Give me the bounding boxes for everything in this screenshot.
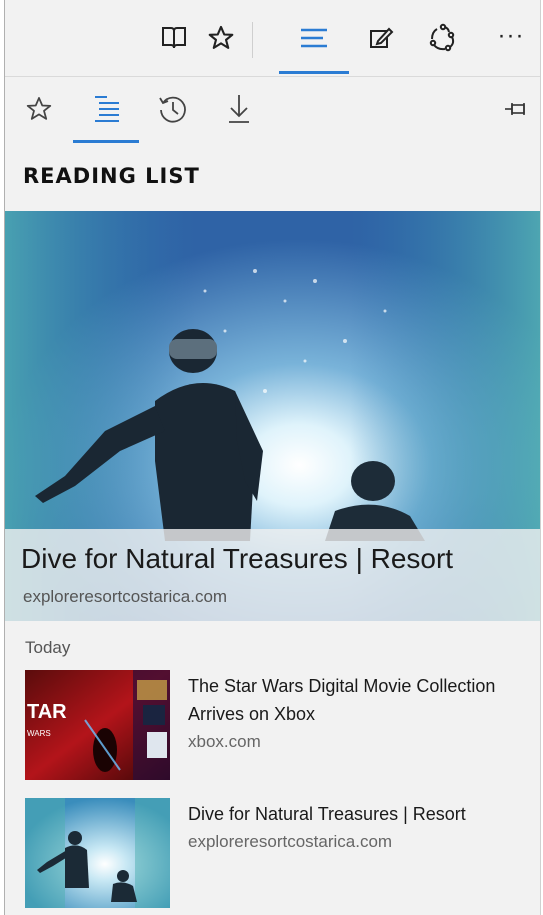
- hub-icon[interactable]: [294, 18, 334, 58]
- featured-reading-item[interactable]: Dive for Natural Treasures | Resort expl…: [5, 211, 540, 621]
- browser-toolbar: ···: [5, 0, 540, 77]
- item-title: The Star Wars Digital Movie Collection A…: [188, 676, 496, 724]
- svg-text:TAR: TAR: [27, 701, 67, 723]
- featured-caption: Dive for Natural Treasures | Resort expl…: [5, 529, 540, 621]
- pin-icon: [504, 100, 530, 123]
- item-thumbnail: [25, 798, 170, 908]
- favorites-star-icon: [25, 95, 53, 128]
- favorite-star-icon[interactable]: [201, 18, 241, 58]
- reading-list-item[interactable]: Dive for Natural Treasures | Resort expl…: [25, 798, 535, 908]
- reading-list-item[interactable]: TAR WARS The Star Wars Digital Movie Col…: [25, 670, 535, 780]
- pin-pane-button[interactable]: [495, 89, 539, 133]
- featured-domain: exploreresortcostarica.com: [23, 587, 228, 606]
- web-note-icon[interactable]: [361, 18, 401, 58]
- item-domain: xbox.com: [188, 732, 261, 751]
- more-icon[interactable]: ···: [491, 16, 531, 56]
- item-thumbnail: TAR WARS: [25, 670, 170, 780]
- featured-title: Dive for Natural Treasures | Resort: [21, 543, 454, 574]
- history-clock-icon: [157, 93, 189, 130]
- tab-reading-list[interactable]: [85, 89, 129, 133]
- tab-downloads[interactable]: [217, 89, 261, 133]
- reading-view-icon[interactable]: [154, 18, 194, 58]
- hub-tabs: [5, 77, 540, 145]
- toolbar-separator: [252, 22, 253, 58]
- item-title: Dive for Natural Treasures | Resort: [188, 804, 466, 824]
- tab-history[interactable]: [151, 89, 195, 133]
- reading-list-active-indicator: [73, 140, 139, 143]
- svg-text:WARS: WARS: [27, 729, 51, 738]
- download-arrow-icon: [226, 93, 252, 130]
- hub-active-indicator: [279, 71, 349, 74]
- reading-list-icon: [91, 94, 123, 129]
- item-domain: exploreresortcostarica.com: [188, 832, 393, 851]
- section-title: READING LIST: [23, 164, 200, 188]
- tab-favorites[interactable]: [17, 89, 61, 133]
- group-label-today: Today: [25, 638, 71, 657]
- share-icon[interactable]: [423, 18, 463, 58]
- browser-hub-pane: ··· READING LIST Dive for Natural Treasu…: [4, 0, 541, 915]
